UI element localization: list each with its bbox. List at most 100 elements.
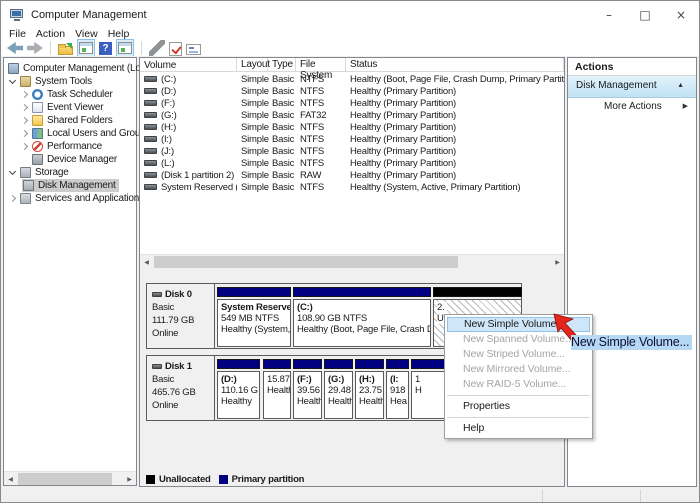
scroll-left-icon[interactable]: ◀	[4, 472, 17, 486]
tree-item-event-viewer[interactable]: Event Viewer	[4, 101, 136, 114]
menu-file[interactable]: File	[9, 28, 26, 40]
chevron-right-icon[interactable]	[21, 130, 28, 137]
primary-partition-band	[355, 359, 384, 369]
tree-item-services-and-applications[interactable]: Services and Applications	[4, 192, 136, 205]
forward-icon[interactable]	[27, 40, 43, 56]
scrollbar-thumb[interactable]	[18, 473, 112, 485]
disk0-label[interactable]: Disk 0 Basic 111.79 GB Online	[147, 284, 215, 348]
tree-horizontal-scrollbar[interactable]: ◀ ▶	[4, 471, 136, 485]
partition-g[interactable]: (G:)29.48 GHealthy	[324, 359, 353, 419]
computer-icon	[8, 63, 19, 74]
tree-item-disk-management[interactable]: Disk Management	[4, 179, 136, 192]
close-button[interactable]: ×	[663, 1, 699, 29]
chevron-down-icon[interactable]	[9, 77, 16, 84]
primary-partition-band	[324, 359, 353, 369]
chevron-right-icon[interactable]	[21, 104, 28, 111]
primary-partition-band	[263, 359, 291, 369]
back-icon[interactable]	[7, 40, 23, 56]
scroll-right-icon[interactable]: ▶	[123, 472, 136, 486]
menu-item-help[interactable]: Help	[445, 421, 592, 436]
primary-partition-band	[217, 287, 291, 297]
volume-horizontal-scrollbar[interactable]: ◀ ▶	[140, 254, 564, 268]
chevron-right-icon[interactable]	[21, 117, 28, 124]
chevron-down-icon[interactable]	[9, 168, 16, 175]
table-row[interactable]: (L:) Simple Basic NTFS Healthy (Primary …	[140, 157, 564, 169]
primary-partition-band	[293, 359, 322, 369]
table-row[interactable]: System Reserved (K:) Simple Basic NTFS H…	[140, 181, 564, 193]
partition-i[interactable]: (I:918Hea	[386, 359, 409, 419]
partition-h[interactable]: (H:)23.75 GHealthy	[355, 359, 384, 419]
partition-f[interactable]: (F:)39.56 GHealthy	[293, 359, 322, 419]
tree-item-label: Services and Applications	[35, 193, 144, 204]
check-document-icon[interactable]	[169, 42, 182, 56]
tree-item-task-scheduler[interactable]: Task Scheduler	[4, 88, 136, 101]
disk-icon	[152, 364, 162, 369]
table-row[interactable]: (I:) Simple Basic NTFS Healthy (Primary …	[140, 133, 564, 145]
column-layout[interactable]: Layout	[237, 58, 268, 72]
table-row[interactable]: (F:) Simple Basic NTFS Healthy (Primary …	[140, 97, 564, 109]
volume-name: System Reserved (K:)	[161, 182, 237, 193]
console-tree-panel: Computer Management (Local System Tools …	[3, 57, 137, 486]
collapse-icon[interactable]: ▲	[677, 82, 684, 89]
tree-item-system-tools[interactable]: System Tools	[4, 75, 136, 88]
chevron-right-icon[interactable]	[21, 143, 28, 150]
unallocated-swatch	[146, 475, 155, 484]
scroll-right-icon[interactable]: ▶	[551, 255, 564, 269]
table-row[interactable]: (Disk 1 partition 2) Simple Basic RAW He…	[140, 169, 564, 181]
help-icon[interactable]: ?	[99, 42, 112, 55]
menu-item-new-striped-volume: New Striped Volume...	[445, 347, 592, 362]
chevron-right-icon[interactable]	[21, 91, 28, 98]
toolbar-separator	[50, 41, 51, 55]
drive-icon	[144, 100, 157, 106]
performance-icon	[32, 141, 43, 152]
tree-item-shared-folders[interactable]: Shared Folders	[4, 114, 136, 127]
scroll-left-icon[interactable]: ◀	[140, 255, 153, 269]
tree-item-label: Device Manager	[47, 154, 117, 165]
volume-name: (C:)	[161, 74, 176, 85]
event-viewer-icon	[32, 102, 43, 113]
disk1-label[interactable]: Disk 1 Basic 465.76 GB Online	[147, 356, 215, 420]
primary-partition-band	[386, 359, 409, 369]
menu-item-properties[interactable]: Properties	[445, 399, 592, 414]
volume-name: (I:)	[161, 134, 172, 145]
partition-c[interactable]: (C:) 108.90 GB NTFS Healthy (Boot, Page …	[293, 287, 431, 347]
partition-2[interactable]: 15.87 (Health	[263, 359, 291, 419]
column-status[interactable]: Status	[346, 58, 564, 72]
tree-item-computer-management[interactable]: Computer Management (Local	[4, 62, 136, 75]
annotation-label: New Simple Volume...	[571, 335, 692, 350]
partition-system-reserve[interactable]: System Reserve 549 MB NTFS Healthy (Syst…	[217, 287, 291, 347]
tree-item-storage[interactable]: Storage	[4, 166, 136, 179]
properties-dialog-icon[interactable]	[186, 44, 201, 55]
show-hide-console-tree-button[interactable]	[77, 39, 95, 57]
table-row[interactable]: (D:) Simple Basic NTFS Healthy (Primary …	[140, 85, 564, 97]
more-actions[interactable]: More Actions ▶	[568, 98, 696, 116]
partition-d[interactable]: (D:)110.16 GHealthy	[217, 359, 260, 419]
maximize-button[interactable]: □	[627, 1, 663, 29]
computer-management-window: Computer Management – □ × File Action Vi…	[0, 0, 700, 503]
actions-group-disk-management[interactable]: Disk Management ▲	[568, 76, 696, 98]
task-scheduler-icon	[32, 89, 43, 100]
status-bar	[1, 488, 699, 503]
table-row[interactable]: (C:) Simple Basic NTFS Healthy (Boot, Pa…	[140, 73, 564, 85]
tree-item-performance[interactable]: Performance	[4, 140, 136, 153]
column-type[interactable]: Type	[268, 58, 296, 72]
table-row[interactable]: (G:) Simple Basic FAT32 Healthy (Primary…	[140, 109, 564, 121]
tool-icon[interactable]	[149, 40, 165, 56]
chevron-right-icon[interactable]	[9, 195, 16, 202]
column-volume[interactable]: Volume	[140, 58, 237, 72]
scrollbar-thumb[interactable]	[154, 256, 458, 268]
column-file-system[interactable]: File System	[296, 58, 346, 72]
minimize-button[interactable]: –	[591, 1, 627, 29]
drive-icon	[144, 76, 157, 82]
table-row[interactable]: (J:) Simple Basic NTFS Healthy (Primary …	[140, 145, 564, 157]
tree-item-local-users-and-groups[interactable]: Local Users and Groups	[4, 127, 136, 140]
table-row[interactable]: (H:) Simple Basic NTFS Healthy (Primary …	[140, 121, 564, 133]
menu-action[interactable]: Action	[36, 28, 65, 40]
console-tree-folder-icon[interactable]	[58, 46, 73, 55]
tree-item-device-manager[interactable]: Device Manager	[4, 153, 136, 166]
tree-item-label: Event Viewer	[47, 102, 103, 113]
console-window-icon	[79, 42, 93, 54]
show-hide-action-pane-button[interactable]	[116, 39, 134, 57]
legend: Unallocated Primary partition	[140, 472, 564, 486]
volume-table-header: Volume Layout Type File System Status	[140, 58, 564, 72]
